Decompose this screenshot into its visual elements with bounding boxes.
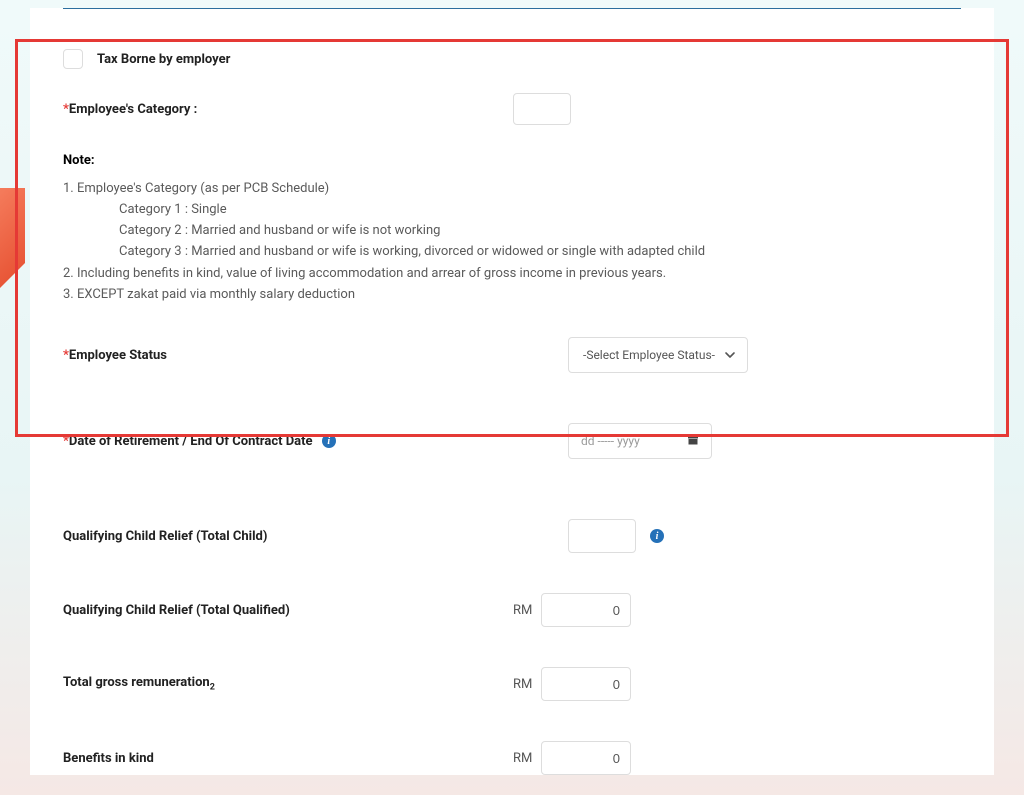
employee-status-row: *Employee Status -Select Employee Status… — [63, 337, 961, 373]
note-block-1: 1. Employee's Category (as per PCB Sched… — [63, 180, 961, 261]
currency-label-rm: RM — [513, 677, 541, 692]
employee-category-input[interactable] — [513, 93, 571, 125]
subscript-2: 2 — [210, 683, 215, 693]
note-line-2: 2. Including benefits in kind, value of … — [63, 265, 961, 284]
gross-remuneration-row: Total gross remuneration2 RM — [63, 667, 961, 701]
date-placeholder-text: dd ----- yyyy — [581, 434, 640, 448]
benefits-in-kind-label: Benefits in kind — [63, 751, 523, 766]
note-line-1: 1. Employee's Category (as per PCB Sched… — [63, 180, 961, 199]
info-icon[interactable]: i — [322, 434, 336, 448]
tax-borne-label: Tax Borne by employer — [97, 52, 230, 67]
gross-remuneration-input[interactable] — [541, 667, 631, 701]
retirement-date-row: *Date of Retirement / End Of Contract Da… — [63, 423, 961, 459]
benefits-in-kind-row: Benefits in kind RM — [63, 741, 961, 775]
employee-status-select-text: -Select Employee Status- — [583, 348, 715, 362]
note-line-1c: Category 3 : Married and husband or wife… — [63, 243, 961, 262]
child-relief-total-input[interactable] — [568, 519, 636, 553]
note-line-3: 3. EXCEPT zakat paid via monthly salary … — [63, 286, 961, 305]
note-line-1a: Category 1 : Single — [63, 201, 961, 220]
note-title: Note: — [63, 153, 961, 168]
info-icon[interactable]: i — [650, 529, 664, 543]
tax-borne-row: Tax Borne by employer — [63, 49, 961, 69]
note-line-1b: Category 2 : Married and husband or wife… — [63, 222, 961, 241]
benefits-in-kind-input[interactable] — [541, 741, 631, 775]
retirement-date-label: *Date of Retirement / End Of Contract Da… — [63, 434, 568, 449]
currency-label-rm: RM — [513, 751, 541, 766]
form-area: Tax Borne by employer *Employee's Catego… — [45, 9, 979, 775]
employee-status-select[interactable]: -Select Employee Status- — [568, 337, 748, 373]
child-relief-qualified-row: Qualifying Child Relief (Total Qualified… — [63, 593, 961, 627]
child-relief-total-row: Qualifying Child Relief (Total Child) i — [63, 519, 961, 553]
calendar-icon — [687, 434, 699, 449]
child-relief-total-label: Qualifying Child Relief (Total Child) — [63, 529, 568, 544]
retirement-date-input[interactable]: dd ----- yyyy — [568, 423, 712, 459]
tax-borne-checkbox[interactable] — [63, 49, 83, 69]
child-relief-qualified-label: Qualifying Child Relief (Total Qualified… — [63, 603, 523, 618]
employee-category-row: *Employee's Category : — [63, 93, 961, 125]
currency-label-rm: RM — [513, 603, 541, 618]
employee-status-label: *Employee Status — [63, 348, 568, 363]
gross-remuneration-label: Total gross remuneration2 — [63, 675, 523, 693]
form-card: Tax Borne by employer *Employee's Catego… — [30, 8, 994, 775]
employee-status-select-wrap: -Select Employee Status- — [568, 337, 748, 373]
bg-accent-shape — [0, 188, 25, 288]
employee-category-label: *Employee's Category : — [63, 102, 523, 117]
child-relief-qualified-input[interactable] — [541, 593, 631, 627]
